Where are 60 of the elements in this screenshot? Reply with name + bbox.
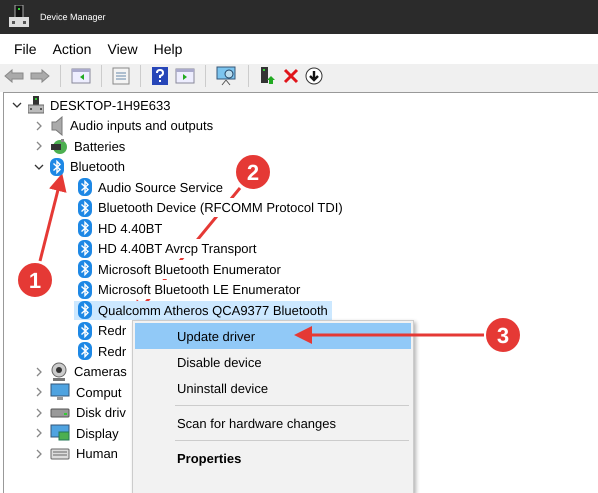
forward-arrow-icon[interactable] [30,68,50,84]
close-icon[interactable] [283,68,299,84]
step-number-badge: 3 [484,316,522,354]
speaker-icon [50,116,64,136]
context-menu-item[interactable]: Properties [135,445,411,471]
tree-item[interactable]: Audio inputs and outputs [70,118,214,134]
context-menu-item[interactable]: Uninstall device [135,375,411,401]
collapse-caret-icon[interactable] [12,100,22,110]
tree-item[interactable]: Batteries [74,138,126,154]
drive-icon [50,406,70,419]
menu-item[interactable]: Help [146,41,190,57]
bluetooth-icon [78,280,92,299]
expand-caret-icon[interactable] [34,120,44,131]
bluetooth-icon [78,240,92,258]
expand-caret-icon[interactable] [34,448,44,459]
expand-caret-icon[interactable] [34,387,44,398]
display-adapter-icon [50,424,70,442]
expand-caret-icon[interactable] [34,366,44,377]
tree-item[interactable]: Display [76,426,119,441]
bluetooth-icon [78,322,92,340]
menu-item[interactable]: Action [44,41,100,57]
bluetooth-icon [78,198,92,217]
tree-item[interactable]: Bluetooth [70,159,125,174]
keyboard-icon [50,446,70,461]
menu-item[interactable]: File [6,41,45,57]
menu-item[interactable]: View [99,41,146,57]
expand-caret-icon[interactable] [34,141,44,152]
context-menu-item[interactable]: Scan for hardware changes [135,410,411,436]
bluetooth-icon [78,301,92,320]
window-title: Device Manager [40,12,106,22]
download-icon[interactable] [305,67,323,85]
expand-caret-icon[interactable] [34,408,44,418]
battery-icon [50,137,68,156]
collapse-caret-icon[interactable] [34,162,44,172]
scan-monitor-icon[interactable] [216,66,238,86]
webcam-icon [50,362,68,382]
context-menu-item[interactable]: Disable device [135,349,411,375]
tree-item[interactable]: Cameras [74,364,127,380]
tree-item[interactable]: DESKTOP-1H9E633 [50,98,170,113]
computer-icon [28,96,44,114]
monitor-icon [50,383,70,402]
window-pane-icon[interactable] [175,68,195,84]
bluetooth-icon [50,158,64,176]
device-upload-icon[interactable] [259,66,277,86]
window-pane-icon[interactable] [71,68,91,84]
step-number-badge: 1 [16,261,54,299]
bluetooth-icon [78,260,92,278]
tree-item[interactable]: Comput [76,384,122,400]
computer-icon [8,5,30,29]
bluetooth-icon [78,178,92,196]
tree-item[interactable]: Disk driv [76,405,126,420]
tree-item[interactable]: Human [76,446,118,462]
back-arrow-icon[interactable] [4,68,24,84]
help-icon[interactable] [151,66,169,86]
properties-sheet-icon[interactable] [112,67,130,85]
bluetooth-icon [78,219,92,238]
step-number-badge: 2 [234,153,272,191]
expand-caret-icon[interactable] [34,428,44,438]
context-menu-item[interactable]: Update driver [135,323,411,349]
bluetooth-icon [78,342,92,360]
